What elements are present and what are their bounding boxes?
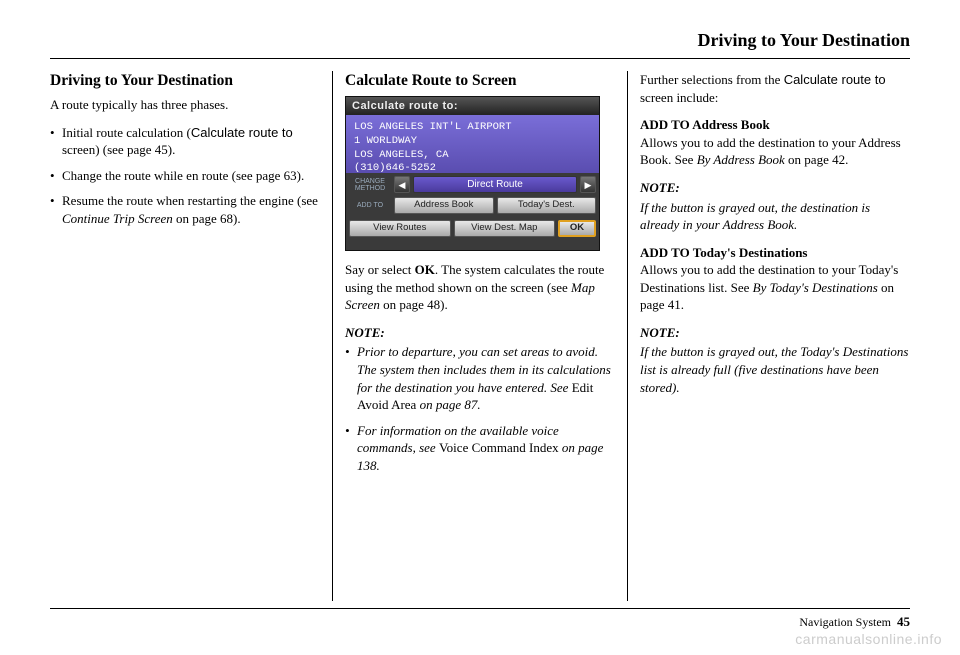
note-label: NOTE: (640, 179, 910, 197)
ui-term: Calculate route to (784, 72, 886, 87)
text: on page 48). (380, 297, 448, 312)
footer-label: Navigation System (799, 615, 891, 629)
text: Resume the route when restarting the eng… (62, 193, 318, 208)
col1-bullet-list: Initial route calculation (Calculate rou… (50, 124, 320, 228)
text: on page 87. (416, 397, 480, 412)
note-text: If the button is grayed out, the destina… (640, 199, 910, 234)
page-number: 45 (897, 614, 910, 629)
reference: Voice Command Index (439, 440, 559, 455)
list-item: Initial route calculation (Calculate rou… (50, 124, 320, 159)
ss-dest-line: (310)646-5252 (354, 162, 591, 176)
reference: By Address Book (697, 152, 785, 167)
page-header: Driving to Your Destination (50, 28, 910, 59)
ss-row-change-method: CHANGE METHOD ◀ Direct Route ▶ (346, 175, 599, 194)
col2-note-list: Prior to departure, you can set areas to… (345, 343, 615, 474)
chevron-right-icon[interactable]: ▶ (580, 176, 596, 193)
ss-add-to-label: ADD TO (349, 202, 391, 209)
ss-direct-route[interactable]: Direct Route (413, 176, 577, 193)
column-3: Further selections from the Calculate ro… (628, 71, 910, 601)
text: on page 68). (173, 211, 241, 226)
ss-view-dest-map-button[interactable]: View Dest. Map (454, 220, 556, 237)
page-footer: Navigation System 45 (50, 608, 910, 631)
ui-term: OK (415, 262, 435, 277)
list-item: Prior to departure, you can set areas to… (345, 343, 615, 413)
ss-ok-button[interactable]: OK (558, 220, 596, 237)
ss-dest-line: LOS ANGELES INT'L AIRPORT (354, 121, 591, 135)
chevron-left-icon[interactable]: ◀ (394, 176, 410, 193)
subheading: ADD TO Today's Destinations (640, 245, 808, 260)
column-1: Driving to Your Destination A route typi… (50, 71, 333, 601)
ui-term: Calculate route to (191, 125, 293, 140)
reference: Continue Trip Screen (62, 211, 173, 226)
text: Further selections from the (640, 72, 784, 87)
col3-section: ADD TO Today's Destinations Allows you t… (640, 244, 910, 314)
col3-intro: Further selections from the Calculate ro… (640, 71, 910, 106)
column-2: Calculate Route to Screen Calculate rout… (333, 71, 628, 601)
col1-heading: Driving to Your Destination (50, 71, 320, 92)
main-columns: Driving to Your Destination A route typi… (50, 71, 910, 601)
ss-destination-panel: LOS ANGELES INT'L AIRPORT 1 WORLDWAY LOS… (346, 115, 599, 173)
ss-row-add-to: ADD TO Address Book Today's Dest. (346, 196, 599, 215)
text: Initial route calculation ( (62, 125, 191, 140)
col2-heading: Calculate Route to Screen (345, 71, 615, 92)
text: on page 42. (785, 152, 849, 167)
note-text: If the button is grayed out, the Today's… (640, 343, 910, 396)
col3-section: ADD TO Address Book Allows you to add th… (640, 116, 910, 169)
ss-title: Calculate route to: (346, 97, 599, 115)
watermark: carmanualsonline.info (795, 630, 942, 649)
reference: By Today's Destinations (753, 280, 878, 295)
text: screen) (see page 45). (62, 142, 175, 157)
note-label: NOTE: (640, 324, 910, 342)
ss-dest-line: 1 WORLDWAY (354, 135, 591, 149)
col1-intro: A route typically has three phases. (50, 96, 320, 114)
list-item: Change the route while en route (see pag… (50, 167, 320, 185)
note-label: NOTE: (345, 324, 615, 342)
ss-todays-dest-button[interactable]: Today's Dest. (497, 197, 597, 214)
ss-row-bottom: View Routes View Dest. Map OK (346, 219, 599, 238)
ss-view-routes-button[interactable]: View Routes (349, 220, 451, 237)
list-item: Resume the route when restarting the eng… (50, 192, 320, 227)
ss-change-method-label: CHANGE METHOD (349, 178, 391, 192)
col2-paragraph: Say or select OK. The system calculates … (345, 261, 615, 314)
ss-address-book-button[interactable]: Address Book (394, 197, 494, 214)
ss-dest-line: LOS ANGELES, CA (354, 149, 591, 163)
text: screen include: (640, 90, 718, 105)
list-item: For information on the available voice c… (345, 422, 615, 475)
text: Say or select (345, 262, 415, 277)
nav-screenshot: Calculate route to: LOS ANGELES INT'L AI… (345, 96, 600, 251)
subheading: ADD TO Address Book (640, 117, 770, 132)
